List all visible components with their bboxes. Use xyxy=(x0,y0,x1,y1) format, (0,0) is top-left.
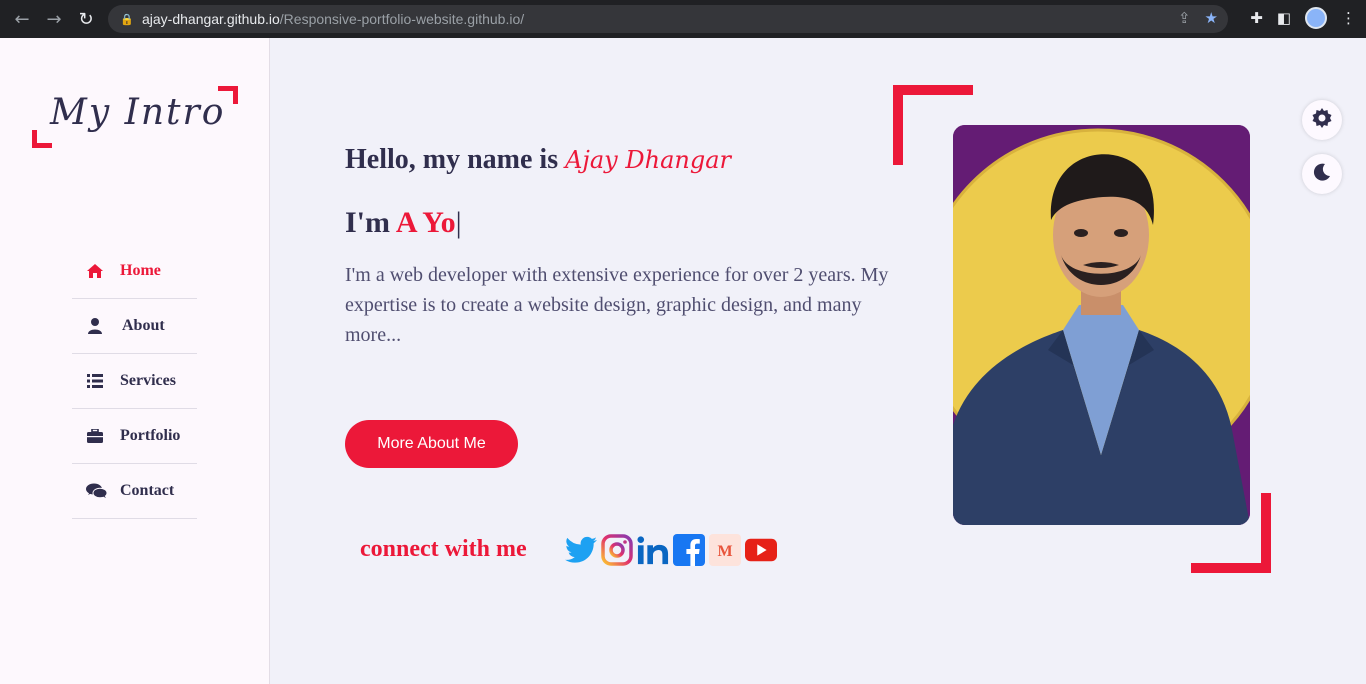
nav-item-services[interactable]: Services xyxy=(72,354,197,409)
hero-description: I'm a web developer with extensive exper… xyxy=(345,264,889,346)
gear-icon xyxy=(1312,107,1332,133)
url-host: ajay-dhangar.github.io xyxy=(142,11,280,27)
forward-icon[interactable]: → xyxy=(38,3,70,35)
menu-icon[interactable]: ⋮ xyxy=(1341,9,1356,27)
nav-item-contact[interactable]: Contact xyxy=(72,464,197,519)
profile-avatar[interactable] xyxy=(1305,7,1327,29)
home-icon xyxy=(86,262,104,280)
bookmark-star-icon[interactable]: ★ xyxy=(1205,9,1218,27)
side-panel-icon[interactable]: ◧ xyxy=(1277,9,1291,27)
lock-icon[interactable]: 🔒 xyxy=(120,13,134,26)
more-about-me-button[interactable]: More About Me xyxy=(345,420,518,468)
user-icon xyxy=(86,317,104,335)
profile-photo xyxy=(953,125,1250,525)
social-links: M xyxy=(565,534,777,566)
back-icon[interactable]: ← xyxy=(6,3,38,35)
list-icon xyxy=(86,372,104,390)
main-nav: Home About Services Portfolio Contact xyxy=(72,244,197,519)
nav-label-portfolio: Portfolio xyxy=(120,427,181,444)
url-path: /Responsive-portfolio-website.github.io/ xyxy=(279,11,525,27)
hero-name: Ajay Dhangar xyxy=(565,146,731,174)
logo-text: My Intro xyxy=(50,92,226,133)
medium-icon[interactable]: M xyxy=(709,534,741,566)
nav-label-about: About xyxy=(122,317,165,334)
home-section: Hello, my name is Ajay Dhangar I'm A Yo|… xyxy=(270,38,1366,684)
connect-label: connect with me xyxy=(360,536,527,562)
twitter-icon[interactable] xyxy=(565,534,597,566)
address-bar[interactable]: 🔒 ajay-dhangar.github.io/Responsive-port… xyxy=(108,5,1228,33)
nav-label-home: Home xyxy=(120,262,161,279)
linkedin-icon[interactable] xyxy=(637,534,669,566)
greeting-heading: Hello, my name is Ajay Dhangar xyxy=(345,144,731,176)
day-night-toggle[interactable] xyxy=(1302,154,1342,194)
share-icon[interactable]: ⇪ xyxy=(1178,9,1191,27)
iam-prefix: I'm xyxy=(345,206,396,239)
briefcase-icon xyxy=(86,427,104,445)
sidebar: My Intro Home About Services Portfolio C… xyxy=(0,38,270,684)
instagram-icon[interactable] xyxy=(601,534,633,566)
nav-item-home[interactable]: Home xyxy=(72,244,197,299)
logo-corner-bottom-left xyxy=(32,130,52,148)
svg-text:M: M xyxy=(717,543,732,560)
logo[interactable]: My Intro xyxy=(32,86,238,148)
moon-icon xyxy=(1313,163,1331,186)
nav-item-about[interactable]: About xyxy=(72,299,197,354)
extensions-icon[interactable]: ✚ xyxy=(1250,9,1263,27)
typed-text: A Yo xyxy=(395,206,456,239)
nav-item-portfolio[interactable]: Portfolio xyxy=(72,409,197,464)
comments-icon xyxy=(86,482,108,500)
style-switcher-toggle[interactable] xyxy=(1302,100,1342,140)
reload-icon[interactable]: ↻ xyxy=(70,3,102,35)
typing-cursor: | xyxy=(455,206,462,239)
nav-label-services: Services xyxy=(120,372,176,389)
typing-heading: I'm A Yo| xyxy=(345,206,462,240)
browser-toolbar: ← → ↻ 🔒 ajay-dhangar.github.io/Responsiv… xyxy=(0,0,1366,38)
nav-label-contact: Contact xyxy=(120,482,175,499)
facebook-icon[interactable] xyxy=(673,534,705,566)
greeting-text: Hello, my name is xyxy=(345,144,566,175)
youtube-icon[interactable] xyxy=(745,534,777,566)
